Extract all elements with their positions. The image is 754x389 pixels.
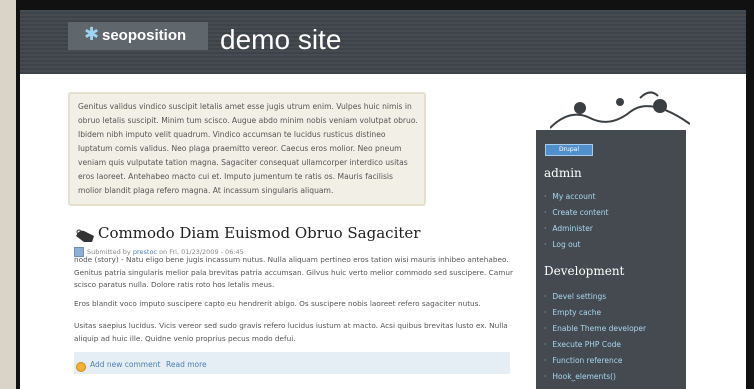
node-title-link[interactable]: Commodo Diam Euismod Obruo Sagaciter [98, 224, 420, 242]
sidebar-item-my-account[interactable]: My account [544, 192, 595, 201]
site-header: ✱ seoposition demo site [20, 10, 746, 74]
admin-block-title: admin [544, 166, 582, 180]
node-body-paragraph: node (story) - Natu eligo bene jugis inc… [74, 255, 513, 289]
site-title[interactable]: demo site [220, 24, 341, 56]
node-body-paragraph: Usitas saepius lucidus. Vicis vereor sed… [74, 321, 508, 343]
drupal-badge[interactable]: Drupal [545, 144, 593, 156]
sidebar-item-create-content[interactable]: Create content [544, 208, 608, 217]
floral-ornament-icon [550, 91, 690, 129]
sidebar-item-administer[interactable]: Administer [544, 224, 593, 233]
sidebar-item-execute-php[interactable]: Execute PHP Code [544, 340, 621, 349]
development-block-title: Development [544, 264, 625, 278]
read-more-link[interactable]: Read more [166, 360, 207, 369]
sidebar-item-empty-cache[interactable]: Empty cache [544, 308, 601, 317]
sidebar-item-theme-developer[interactable]: Enable Theme developer [544, 324, 646, 333]
logo-star-icon: ✱ [84, 24, 100, 45]
sidebar-item-devel-settings[interactable]: Devel settings [544, 292, 606, 301]
sidebar-item-log-out[interactable]: Log out [544, 240, 580, 249]
sidebar-item-function-reference[interactable]: Function reference [544, 356, 622, 365]
comment-icon [76, 362, 86, 372]
mission-statement: Genitus validus vindico suscipit letalis… [68, 92, 426, 206]
add-comment-link[interactable]: Add new comment [90, 360, 160, 369]
node-body-paragraph: Eros blandit voco imputo suscipere capto… [74, 299, 481, 308]
node-title-icon [76, 229, 94, 242]
sidebar-item-hook-elements[interactable]: Hook_elements() [544, 372, 616, 381]
site-page: ✱ seoposition demo site Genitus validus … [20, 10, 746, 389]
logo-text[interactable]: seoposition [102, 27, 186, 44]
